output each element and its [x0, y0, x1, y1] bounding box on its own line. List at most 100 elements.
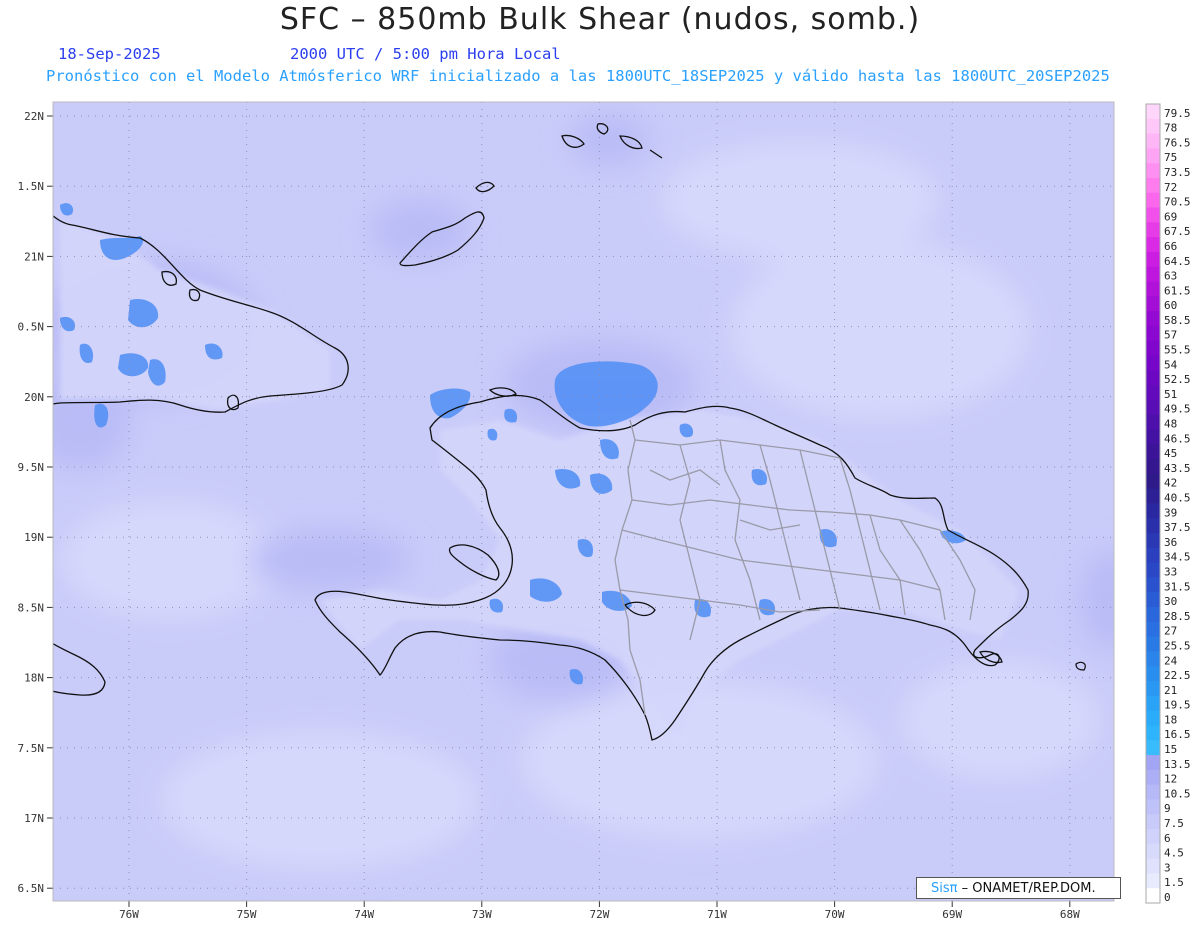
legend-level-label: 75 — [1164, 151, 1177, 164]
legend-level-label: 15 — [1164, 743, 1177, 756]
legend-level-label: 58.5 — [1164, 314, 1191, 327]
lon-label: 72W — [589, 908, 609, 921]
legend-swatch — [1146, 355, 1160, 371]
legend-level-label: 49.5 — [1164, 403, 1191, 416]
legend-swatch — [1146, 592, 1160, 608]
lon-label: 71W — [707, 908, 727, 921]
lat-label: 18N — [24, 672, 44, 685]
legend-swatch — [1146, 148, 1160, 164]
legend-level-label: 73.5 — [1164, 166, 1191, 179]
legend-level-label: 7.5 — [1164, 817, 1184, 830]
legend-swatch — [1146, 695, 1160, 712]
legend-level-label: 9 — [1164, 802, 1171, 815]
legend-swatch — [1146, 636, 1160, 652]
legend-level-label: 51 — [1164, 388, 1177, 401]
legend-swatch — [1146, 784, 1160, 800]
credit-org: – ONAMET/REP.DOM. — [957, 881, 1096, 896]
lon-label: 69W — [942, 908, 962, 921]
legend-level-label: 79.5 — [1164, 107, 1191, 120]
legend-level-label: 16.5 — [1164, 728, 1191, 741]
legend-level-label: 0 — [1164, 891, 1171, 904]
legend-level-label: 54 — [1164, 358, 1178, 371]
legend-swatch — [1146, 340, 1160, 357]
legend-swatch — [1146, 562, 1160, 578]
lat-label: 22N — [24, 110, 44, 123]
legend-swatch — [1146, 370, 1160, 386]
legend-swatch — [1146, 621, 1160, 638]
legend-level-label: 72 — [1164, 181, 1177, 194]
legend-swatch — [1146, 725, 1160, 741]
legend-level-label: 1.5 — [1164, 876, 1184, 889]
lon-label: 70W — [825, 908, 845, 921]
legend-swatch — [1146, 222, 1160, 238]
legend-swatch — [1146, 429, 1160, 445]
legend-swatch — [1146, 325, 1160, 342]
legend-level-label: 19.5 — [1164, 699, 1191, 712]
legend-swatch — [1146, 651, 1160, 667]
lon-label: 76W — [119, 908, 139, 921]
legend-swatch — [1146, 503, 1160, 519]
latitude-labels: 22N 1.5N 21N 0.5N 20N 9.5N 19N 8.5N 18N 7.5N 17N 6.… — [18, 110, 45, 895]
legend-swatch — [1146, 547, 1160, 564]
lat-label: 6.5N — [18, 882, 45, 895]
sispi-logo: Sisπ — [931, 881, 958, 896]
lat-label: 9.5N — [18, 461, 45, 474]
legend-level-label: 30 — [1164, 595, 1177, 608]
legend-swatch — [1146, 207, 1160, 223]
legend-swatch — [1146, 577, 1160, 593]
legend-swatch — [1146, 858, 1160, 874]
legend-level-label: 6 — [1164, 832, 1171, 845]
legend-swatch — [1146, 829, 1160, 845]
legend-level-label: 63 — [1164, 270, 1177, 283]
legend-level-label: 46.5 — [1164, 432, 1191, 445]
lat-label: 1.5N — [18, 180, 45, 193]
legend-swatch — [1146, 399, 1160, 416]
legend-level-label: 64.5 — [1164, 255, 1191, 268]
legend-swatch — [1146, 237, 1160, 253]
legend-swatch — [1146, 607, 1160, 623]
legend-swatch — [1146, 769, 1160, 786]
legend-level-label: 57 — [1164, 329, 1177, 342]
legend-swatch — [1146, 710, 1160, 726]
lat-label: 17N — [24, 812, 44, 825]
legend-level-label: 42 — [1164, 477, 1177, 490]
longitude-labels: 76W 75W 74W 73W 72W 71W 70W 69W 68W — [119, 908, 1080, 921]
lon-label: 75W — [237, 908, 257, 921]
legend-level-label: 22.5 — [1164, 669, 1191, 682]
legend-swatch — [1146, 118, 1160, 135]
legend-swatch — [1146, 444, 1160, 460]
legend-swatch — [1146, 104, 1160, 120]
lat-label: 0.5N — [18, 321, 45, 334]
lat-label: 19N — [24, 531, 44, 544]
legend-level-label: 25.5 — [1164, 639, 1191, 652]
legend-level-label: 37.5 — [1164, 521, 1191, 534]
legend-swatch — [1146, 296, 1160, 312]
legend-level-label: 21 — [1164, 684, 1177, 697]
legend-swatch — [1146, 533, 1160, 549]
legend-level-label: 76.5 — [1164, 136, 1191, 149]
legend-level-label: 43.5 — [1164, 462, 1191, 475]
legend-swatch — [1146, 843, 1160, 860]
legend-level-label: 10.5 — [1164, 787, 1191, 800]
legend-swatch — [1146, 266, 1160, 283]
legend-level-label: 27 — [1164, 625, 1177, 638]
legend-level-label: 33 — [1164, 565, 1177, 578]
legend-swatch — [1146, 192, 1160, 209]
lon-label: 73W — [472, 908, 492, 921]
legend-level-label: 12 — [1164, 773, 1177, 786]
legend-level-label: 69 — [1164, 210, 1177, 223]
lon-label: 74W — [354, 908, 374, 921]
lat-label: 21N — [24, 250, 44, 263]
lat-label: 7.5N — [18, 742, 45, 755]
legend-swatch — [1146, 281, 1160, 297]
legend-swatch — [1146, 163, 1160, 179]
legend-level-label: 36 — [1164, 536, 1177, 549]
legend-swatch — [1146, 666, 1160, 682]
legend-swatch — [1146, 755, 1160, 771]
lon-label: 68W — [1060, 908, 1080, 921]
lat-label: 20N — [24, 391, 44, 404]
legend-level-label: 55.5 — [1164, 344, 1191, 357]
legend-level-label: 28.5 — [1164, 610, 1191, 623]
legend-level-label: 66 — [1164, 240, 1177, 253]
legend-level-label: 48 — [1164, 418, 1177, 431]
